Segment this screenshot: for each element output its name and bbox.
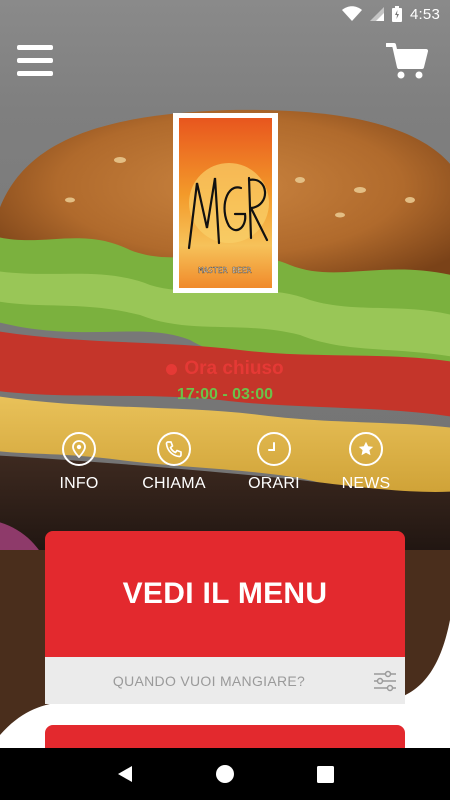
- logo-text: MASTER BEER: [199, 266, 252, 275]
- news-label: NEWS: [341, 475, 391, 492]
- action-row: INFO CHIAMA ORARI NEWS: [0, 432, 450, 502]
- hours-button[interactable]: ORARI: [229, 432, 319, 493]
- news-button[interactable]: NEWS: [321, 432, 411, 493]
- cell-signal-icon: [370, 7, 384, 21]
- battery-icon: [392, 6, 402, 22]
- view-menu-button[interactable]: VEDI IL MENU: [45, 531, 405, 657]
- recents-icon[interactable]: [305, 754, 345, 794]
- restaurant-logo: MASTER BEER: [173, 113, 278, 293]
- call-button[interactable]: CHIAMA: [129, 432, 219, 493]
- view-menu-label: VEDI IL MENU: [122, 577, 328, 610]
- opening-status: Ora chiuso: [0, 358, 450, 380]
- info-label: INFO: [59, 475, 99, 492]
- closed-status: Ora chiuso: [166, 358, 284, 380]
- star-chat-icon: [349, 432, 383, 466]
- clock-time: 4:53: [410, 5, 440, 23]
- opening-hours: 17:00 - 03:00: [176, 386, 274, 403]
- home-icon[interactable]: [205, 754, 245, 794]
- phone-icon: [157, 432, 191, 466]
- when-to-eat-selector[interactable]: QUANDO VUOI MANGIARE?: [45, 657, 405, 704]
- status-bar: 4:53: [0, 0, 450, 28]
- clock-icon: [257, 432, 291, 466]
- location-pin-icon: [62, 432, 96, 466]
- status-label: Ora chiuso: [184, 358, 284, 379]
- back-icon[interactable]: [105, 754, 145, 794]
- wifi-icon: [342, 6, 362, 21]
- call-label: CHIAMA: [142, 475, 206, 492]
- system-navigation-bar: [0, 748, 450, 800]
- status-dot-icon: [166, 363, 178, 375]
- info-button[interactable]: INFO: [34, 432, 124, 493]
- cart-icon[interactable]: [385, 42, 428, 80]
- when-to-eat-label: QUANDO VUOI MANGIARE?: [112, 672, 306, 689]
- sliders-icon[interactable]: [365, 670, 405, 692]
- menu-hamburger-icon[interactable]: [17, 43, 53, 76]
- top-bar: [0, 40, 450, 84]
- hours-label: ORARI: [248, 475, 300, 492]
